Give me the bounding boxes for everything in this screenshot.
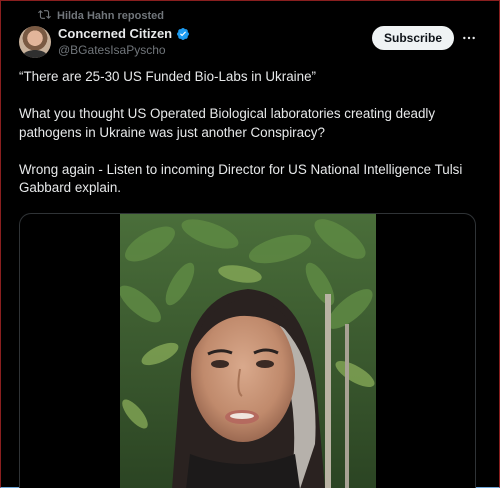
author-name[interactable]: Concerned Citizen	[58, 26, 172, 41]
tweet-quote-line: “There are 25-30 US Funded Bio-Labs in U…	[19, 69, 316, 84]
verified-badge-icon	[176, 27, 190, 41]
tweet-claim-line: Wrong again - Listen to incoming Directo…	[19, 161, 463, 196]
subscribe-button[interactable]: Subscribe	[372, 26, 454, 50]
author-name-row[interactable]: Concerned Citizen	[58, 26, 190, 41]
repost-indicator[interactable]: Hilda Hahn reposted	[38, 8, 164, 24]
author-avatar[interactable]	[19, 26, 51, 58]
tweet-question-line: What you thought US Operated Biological …	[19, 106, 436, 140]
tweet-text: “There are 25-30 US Funded Bio-Labs in U…	[19, 68, 479, 198]
more-options-icon[interactable]	[459, 28, 479, 48]
video-player[interactable]	[19, 213, 476, 488]
avatar-shirt	[23, 50, 47, 58]
repost-text: Hilda Hahn reposted	[57, 10, 164, 22]
repost-icon	[38, 8, 51, 24]
author-handle[interactable]: @BGatesIsaPyscho	[58, 43, 166, 57]
video-thumbnail	[120, 214, 376, 488]
video-frame[interactable]	[120, 214, 376, 488]
